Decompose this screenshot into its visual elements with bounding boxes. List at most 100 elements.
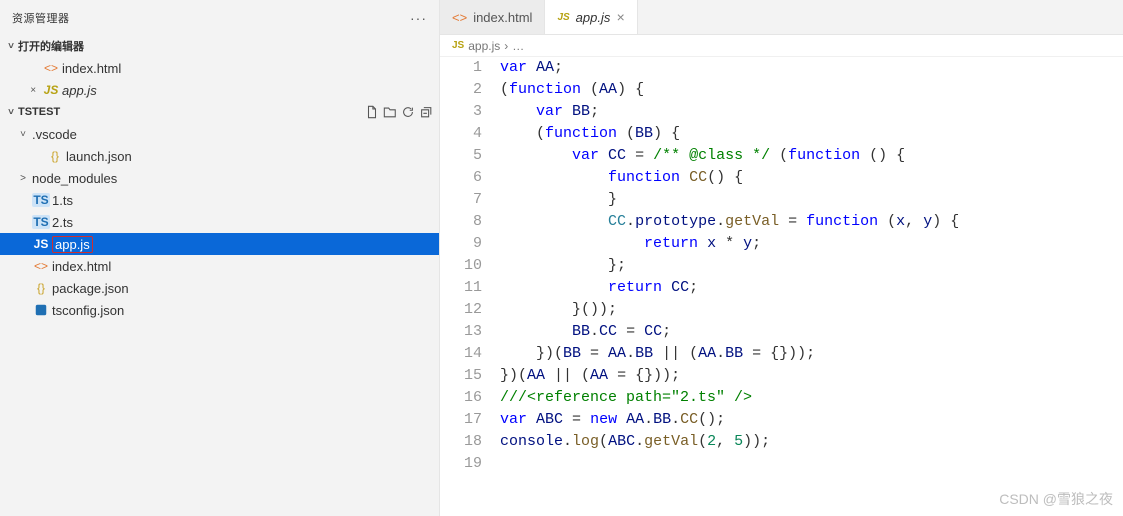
line-number: 18 (440, 431, 482, 453)
line-number: 3 (440, 101, 482, 123)
code-line[interactable]: }()); (500, 299, 1123, 321)
line-number: 8 (440, 211, 482, 233)
chevron-down-icon: ˅ (4, 41, 18, 52)
file-name: node_modules (32, 171, 117, 186)
open-editors-section[interactable]: ˅ 打开的编辑器 (0, 35, 439, 57)
tab-bar: <> index.html JS app.js × (440, 0, 1123, 35)
code-line[interactable]: }; (500, 255, 1123, 277)
refresh-icon[interactable] (399, 105, 417, 119)
chevron-down-icon: ˅ (4, 107, 18, 118)
project-section[interactable]: ˅ TSTEST (0, 101, 439, 123)
code-line[interactable]: })(AA || (AA = {})); (500, 365, 1123, 387)
code-line[interactable]: } (500, 189, 1123, 211)
file-name: 2.ts (52, 215, 73, 230)
breadcrumb[interactable]: JS app.js › … (440, 35, 1123, 57)
code-content[interactable]: var AA;(function (AA) { var BB; (functio… (500, 57, 1123, 516)
tree-item[interactable]: >node_modules (0, 167, 439, 189)
code-line[interactable]: var BB; (500, 101, 1123, 123)
line-number: 5 (440, 145, 482, 167)
ts-icon: TS (32, 215, 50, 229)
line-number: 6 (440, 167, 482, 189)
breadcrumb-file: app.js (468, 39, 500, 53)
code-line[interactable]: CC.prototype.getVal = function (x, y) { (500, 211, 1123, 233)
breadcrumb-sep: › (504, 39, 508, 53)
new-file-icon[interactable] (363, 105, 381, 119)
json-icon: {} (32, 281, 50, 295)
chevron-icon: ˅ (14, 129, 32, 140)
html-icon: <> (42, 61, 60, 75)
editor-tab[interactable]: JS app.js × (545, 0, 637, 34)
line-number: 9 (440, 233, 482, 255)
code-line[interactable]: var CC = /** @class */ (function () { (500, 145, 1123, 167)
tree-item[interactable]: TS1.ts (0, 189, 439, 211)
collapse-all-icon[interactable] (417, 105, 435, 119)
html-icon: <> (32, 259, 50, 273)
tree-item[interactable]: ˅.vscode (0, 123, 439, 145)
code-line[interactable]: })(BB = AA.BB || (AA.BB = {})); (500, 343, 1123, 365)
file-name: app.js (62, 83, 97, 98)
js-icon: JS (557, 12, 569, 23)
chevron-icon: > (14, 173, 32, 184)
tab-label: index.html (473, 10, 532, 25)
file-tree: ˅.vscode{}launch.json>node_modulesTS1.ts… (0, 123, 439, 321)
code-line[interactable]: (function (BB) { (500, 123, 1123, 145)
breadcrumb-tail: … (512, 39, 524, 53)
file-name: launch.json (66, 149, 132, 164)
open-editors-label: 打开的编辑器 (18, 38, 84, 54)
ts-icon: TS (32, 193, 50, 207)
line-number: 17 (440, 409, 482, 431)
line-number: 2 (440, 79, 482, 101)
code-line[interactable]: var ABC = new AA.BB.CC(); (500, 409, 1123, 431)
open-editor-item[interactable]: ×JSapp.js (0, 79, 439, 101)
explorer-sidebar: 资源管理器 ··· ˅ 打开的编辑器 <>index.html×JSapp.js… (0, 0, 440, 516)
tree-item[interactable]: <>index.html (0, 255, 439, 277)
code-line[interactable] (500, 453, 1123, 475)
editor-tab[interactable]: <> index.html (440, 0, 545, 34)
new-folder-icon[interactable] (381, 105, 399, 119)
line-number: 11 (440, 277, 482, 299)
line-number: 15 (440, 365, 482, 387)
tree-item[interactable]: {}package.json (0, 277, 439, 299)
file-name: package.json (52, 281, 129, 296)
js-icon: JS (42, 83, 60, 97)
line-number: 12 (440, 299, 482, 321)
js-icon: JS (32, 237, 50, 251)
code-line[interactable]: BB.CC = CC; (500, 321, 1123, 343)
tree-item[interactable]: TS2.ts (0, 211, 439, 233)
line-gutter: 12345678910111213141516171819 (440, 57, 500, 516)
js-icon: JS (452, 40, 464, 51)
close-icon[interactable]: × (616, 9, 624, 25)
open-editors-list: <>index.html×JSapp.js (0, 57, 439, 101)
explorer-header: 资源管理器 ··· (0, 0, 439, 35)
code-line[interactable]: return x * y; (500, 233, 1123, 255)
code-line[interactable]: function CC() { (500, 167, 1123, 189)
line-number: 4 (440, 123, 482, 145)
code-line[interactable]: ///<reference path="2.ts" /> (500, 387, 1123, 409)
html-icon: <> (452, 10, 467, 25)
code-line[interactable]: (function (AA) { (500, 79, 1123, 101)
tree-item[interactable]: tsconfig.json (0, 299, 439, 321)
file-name: 1.ts (52, 193, 73, 208)
line-number: 19 (440, 453, 482, 475)
code-line[interactable]: return CC; (500, 277, 1123, 299)
editor-area: <>index.htmlJSapp.js× JS app.js › … 1234… (440, 0, 1123, 516)
open-editor-item[interactable]: <>index.html (0, 57, 439, 79)
line-number: 13 (440, 321, 482, 343)
code-line[interactable]: console.log(ABC.getVal(2, 5)); (500, 431, 1123, 453)
json-icon: {} (46, 149, 64, 163)
tree-item[interactable]: JSapp.js (0, 233, 439, 255)
tree-item[interactable]: {}launch.json (0, 145, 439, 167)
tsconfig-icon (32, 303, 50, 317)
file-name: .vscode (32, 127, 77, 142)
file-name: index.html (62, 61, 121, 76)
code-line[interactable]: var AA; (500, 57, 1123, 79)
line-number: 1 (440, 57, 482, 79)
more-actions-icon[interactable]: ··· (410, 10, 427, 26)
tab-label: app.js (576, 10, 611, 25)
file-name: index.html (52, 259, 111, 274)
close-icon[interactable]: × (24, 85, 42, 96)
file-name: app.js (52, 236, 93, 253)
code-editor[interactable]: 12345678910111213141516171819 var AA;(fu… (440, 57, 1123, 516)
line-number: 16 (440, 387, 482, 409)
line-number: 7 (440, 189, 482, 211)
